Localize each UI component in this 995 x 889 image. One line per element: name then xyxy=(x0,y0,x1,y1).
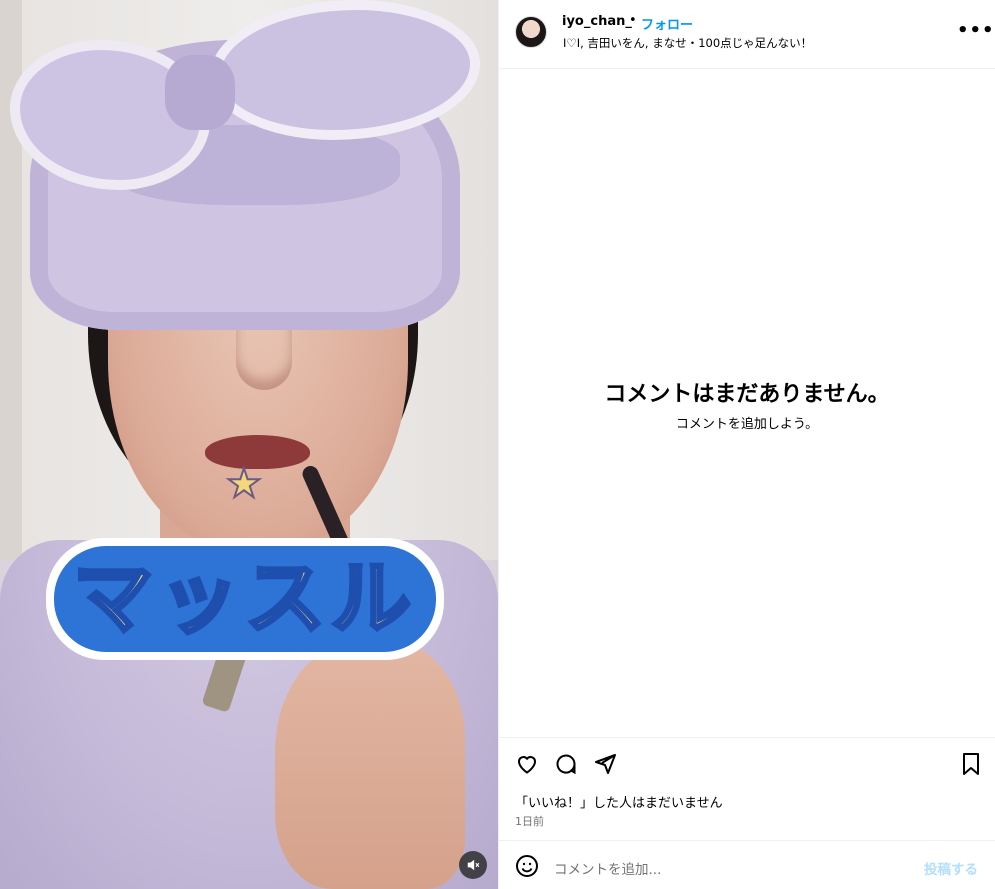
star-sticker: ★ xyxy=(225,461,263,507)
separator-dot: • xyxy=(629,13,637,28)
audio-link[interactable]: I♡I, 吉田いをん, まなせ・100点じゃ足んない！ xyxy=(563,35,812,51)
post-comment-button[interactable]: 投稿する xyxy=(924,858,978,878)
volume-muted-icon[interactable] xyxy=(459,851,487,879)
emoji-icon[interactable] xyxy=(514,853,540,879)
no-comments-title: コメントはまだありません。 xyxy=(604,382,890,407)
text-sticker: マッスル xyxy=(46,538,444,660)
post-timestamp[interactable]: 1日前 xyxy=(515,813,544,829)
username-link[interactable]: iyo_chan_ xyxy=(562,14,632,29)
headband-bow-knot xyxy=(165,55,235,130)
text-sticker-inner: マッスル xyxy=(54,546,436,652)
sticker-text: マッスル xyxy=(71,552,417,645)
post-side-panel: iyo_chan_ • フォロー I♡I, 吉田いをん, まなせ・100点じゃ足… xyxy=(498,0,995,889)
comment-bar: コメントを追加... 投稿する xyxy=(499,840,995,889)
hand xyxy=(275,640,465,889)
avatar[interactable] xyxy=(515,16,547,48)
actions-divider xyxy=(499,737,995,739)
post-video[interactable]: ★ マッスル xyxy=(0,0,498,889)
bookmark-icon[interactable] xyxy=(957,750,985,778)
post-container: ★ マッスル iyo_chan_ • フォロー I♡I, 吉田いをん, まなせ・… xyxy=(0,0,995,889)
more-options-icon[interactable]: ••• xyxy=(957,20,995,41)
follow-button[interactable]: フォロー xyxy=(641,14,693,33)
no-comments-subtitle: コメントを追加しよう。 xyxy=(675,417,819,432)
comment-icon[interactable] xyxy=(552,750,580,778)
heart-icon[interactable] xyxy=(513,750,541,778)
post-header: iyo_chan_ • フォロー I♡I, 吉田いをん, まなせ・100点じゃ足… xyxy=(499,0,995,69)
send-icon[interactable] xyxy=(591,750,619,778)
comment-input[interactable]: コメントを追加... xyxy=(554,858,661,878)
likes-count: 「いいね！」した人はまだいません xyxy=(515,796,723,811)
